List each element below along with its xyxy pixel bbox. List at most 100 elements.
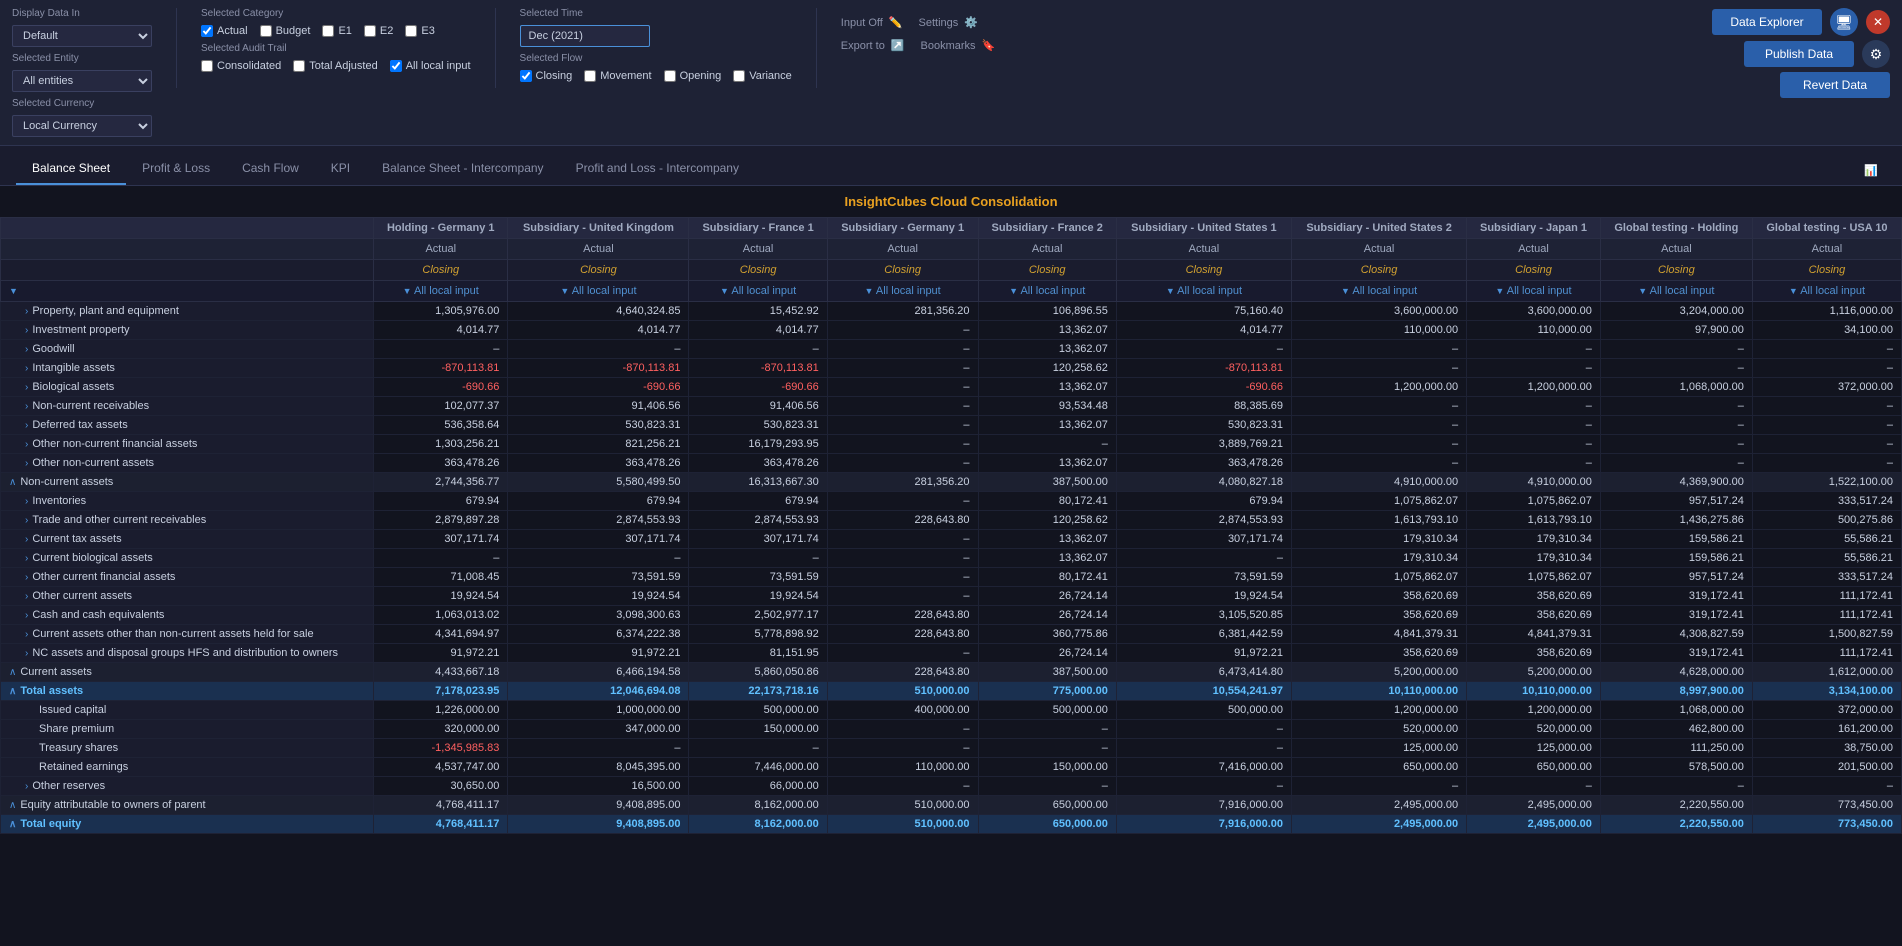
expand-btn[interactable]: › [25,553,28,564]
bookmarks-row[interactable]: Bookmarks 🔖 [921,39,996,52]
expand-btn[interactable]: › [25,648,28,659]
actual-checkbox[interactable] [201,25,213,37]
expand-btn[interactable]: › [25,363,28,374]
filter-icon-gu10[interactable]: ▼ [1789,286,1798,296]
cell-value: 120,258.62 [978,359,1116,378]
cell-value: 4,768,411.17 [374,796,508,815]
filter-icon-hg1[interactable]: ▼ [403,286,412,296]
expand-btn[interactable]: › [25,306,28,317]
display-data-select[interactable]: Default [12,25,152,47]
opening-checkbox[interactable] [664,70,676,82]
variance-checkbox[interactable] [733,70,745,82]
input-off-row[interactable]: Input Off ✏️ [841,16,903,29]
expand-btn[interactable]: › [25,401,28,412]
data-explorer-button[interactable]: Data Explorer [1712,9,1822,35]
selected-currency-select[interactable]: Local Currency [12,115,152,137]
expand-btn[interactable]: › [25,629,28,640]
cell-value: – [1116,549,1291,568]
filter-icon-label[interactable]: ▼ [9,286,18,296]
tab-profit-loss[interactable]: Profit & Loss [126,153,226,185]
top-right-row: Data Explorer 🖥 ✕ [1712,8,1890,36]
collapse-btn[interactable]: ∧ [9,686,16,697]
cell-value: 91,406.56 [689,397,827,416]
category-e2[interactable]: E2 [364,25,393,37]
input-off-icon[interactable]: ✏️ [889,16,903,29]
cell-value: 201,500.00 [1752,758,1901,777]
expand-btn[interactable]: › [25,591,28,602]
collapse-btn[interactable]: ∧ [9,819,16,830]
audit-total-adjusted[interactable]: Total Adjusted [293,60,378,72]
expand-btn[interactable]: › [25,496,28,507]
category-e1[interactable]: E1 [322,25,351,37]
flow-closing[interactable]: Closing [520,70,573,82]
filter-icon-uk[interactable]: ▼ [560,286,569,296]
e3-checkbox[interactable] [405,25,417,37]
expand-btn[interactable]: › [25,515,28,526]
collapse-btn[interactable]: ∧ [9,667,16,678]
filter-icon-f2[interactable]: ▼ [1009,286,1018,296]
cell-value: – [827,416,978,435]
expand-btn[interactable]: › [25,325,28,336]
bookmarks-icon[interactable]: 🔖 [982,39,996,52]
category-budget[interactable]: Budget [260,25,311,37]
cell-value: 4,080,827.18 [1116,473,1291,492]
chart-icon[interactable]: 📊 [1856,156,1886,185]
close-button[interactable]: ✕ [1866,10,1890,34]
audit-consolidated[interactable]: Consolidated [201,60,281,72]
revert-data-button[interactable]: Revert Data [1780,72,1890,98]
category-e3[interactable]: E3 [405,25,434,37]
settings-icon[interactable]: ⚙️ [964,16,978,29]
collapse-btn[interactable]: ∧ [9,800,16,811]
flow-opening[interactable]: Opening [664,70,722,82]
tab-profit-loss-intercompany[interactable]: Profit and Loss - Intercompany [560,153,755,185]
export-row[interactable]: Export to ↗️ [841,39,905,52]
expand-btn[interactable]: › [25,572,28,583]
collapse-btn[interactable]: ∧ [9,477,16,488]
time-input[interactable] [520,25,650,47]
tab-cash-flow[interactable]: Cash Flow [226,153,315,185]
filter-icon-g1[interactable]: ▼ [865,286,874,296]
filter-icon-us2[interactable]: ▼ [1341,286,1350,296]
expand-btn[interactable]: › [25,382,28,393]
monitor-icon[interactable]: 🖥 [1830,8,1858,36]
expand-btn[interactable]: › [25,420,28,431]
cell-value: – [1752,777,1901,796]
flow-variance[interactable]: Variance [733,70,792,82]
filter-icon-j1[interactable]: ▼ [1495,286,1504,296]
tab-kpi[interactable]: KPI [315,153,366,185]
total-adjusted-checkbox[interactable] [293,60,305,72]
cell-value: – [1467,416,1601,435]
filter-icon-f1[interactable]: ▼ [720,286,729,296]
expand-btn[interactable]: › [25,439,28,450]
closing-checkbox[interactable] [520,70,532,82]
expand-btn[interactable]: › [25,344,28,355]
e2-checkbox[interactable] [364,25,376,37]
expand-btn[interactable]: › [25,781,28,792]
consolidated-checkbox[interactable] [201,60,213,72]
budget-checkbox[interactable] [260,25,272,37]
closing-g1: Closing [827,260,978,281]
audit-all-local-input[interactable]: All local input [390,60,471,72]
flow-movement[interactable]: Movement [584,70,651,82]
export-icon[interactable]: ↗️ [891,39,905,52]
selected-entity-select[interactable]: All entities [12,70,152,92]
publish-data-button[interactable]: Publish Data [1744,41,1854,67]
expand-btn[interactable]: › [25,610,28,621]
settings-row[interactable]: Settings ⚙️ [919,16,978,29]
expand-btn[interactable]: › [25,534,28,545]
expand-btn[interactable]: › [25,458,28,469]
cell-value: 510,000.00 [827,796,978,815]
cell-value: 4,341,694.97 [374,625,508,644]
row-label: ∧Total assets [1,682,374,701]
cell-value: 957,517.24 [1600,492,1752,511]
movement-checkbox[interactable] [584,70,596,82]
e1-checkbox[interactable] [322,25,334,37]
tab-balance-sheet-intercompany[interactable]: Balance Sheet - Intercompany [366,153,559,185]
category-actual[interactable]: Actual [201,25,248,37]
filter-icon-gh[interactable]: ▼ [1638,286,1647,296]
cell-value: – [689,549,827,568]
filter-icon-us1[interactable]: ▼ [1166,286,1175,296]
all-local-input-checkbox[interactable] [390,60,402,72]
settings-gear-icon[interactable]: ⚙ [1862,40,1890,68]
tab-balance-sheet[interactable]: Balance Sheet [16,153,126,185]
